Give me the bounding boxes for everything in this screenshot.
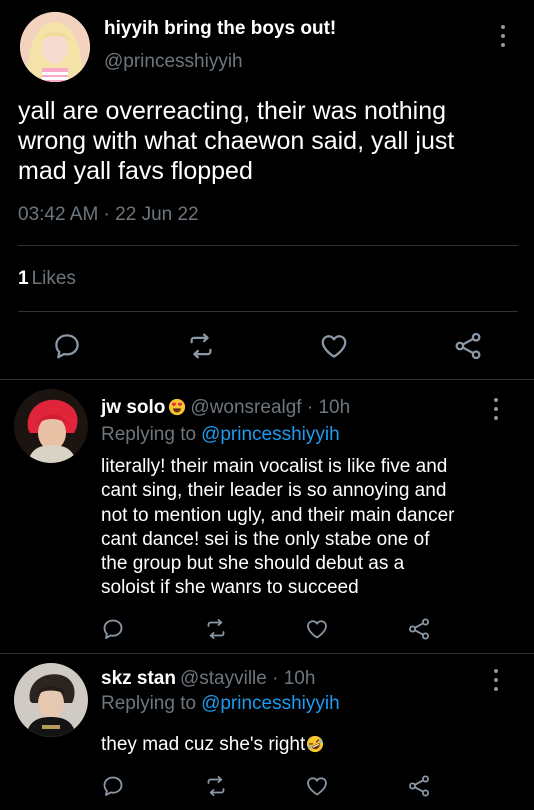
more-options-icon[interactable] [488,667,504,693]
like-heart-icon[interactable] [305,774,329,798]
handle-and-time[interactable]: @wonsrealgf · 10h [190,397,350,418]
tweet-timestamp[interactable]: 03:42 AM · 22 Jun 22 [18,204,199,226]
reply-icon[interactable] [101,617,125,641]
divider [18,245,518,246]
user-handle[interactable]: @princesshiyyih [104,51,243,73]
share-icon[interactable] [407,774,431,798]
likes-count: 1 [18,268,29,289]
likes-label: Likes [31,268,76,289]
avatar[interactable] [14,663,88,737]
retweet-icon[interactable] [204,774,228,798]
retweet-icon[interactable] [204,617,228,641]
like-heart-icon[interactable] [305,617,329,641]
mention-link[interactable]: @princesshiyyih [201,693,340,714]
tweet-thread: hiyyih bring the boys out! @princesshiyy… [0,0,534,810]
replying-to-line: Replying to @princesshiyyih [101,693,340,715]
reply-text: literally! their main vocalist is like f… [101,456,455,599]
mention-link[interactable]: @princesshiyyih [201,424,340,445]
divider [0,379,534,380]
display-name[interactable]: jw solo [101,397,165,418]
user-avatar-dark-hair [14,663,88,737]
user-avatar-red-hair [14,389,88,463]
reply-icon[interactable] [52,331,82,361]
divider [18,311,518,312]
reply-icon[interactable] [101,774,125,798]
reply-text: they mad cuz she's right [101,734,306,755]
handle-and-time[interactable]: @stayville · 10h [180,668,315,689]
replying-label: Replying to [101,424,197,445]
tweet-text: yall are overreacting, their was nothing… [18,97,455,185]
reply-header: jw solo @wonsrealgf · 10h [101,397,350,419]
share-icon[interactable] [453,331,483,361]
more-options-icon[interactable] [495,23,511,49]
divider [0,653,534,654]
replying-label: Replying to [101,693,197,714]
display-name[interactable]: skz stan [101,668,176,689]
avatar[interactable] [14,389,88,463]
likes-stat[interactable]: 1 Likes [18,268,76,290]
display-name[interactable]: hiyyih bring the boys out! [104,18,336,40]
avatar[interactable] [20,12,90,82]
like-heart-icon[interactable] [319,331,349,361]
rofl-emoji-icon [306,735,324,753]
share-icon[interactable] [407,617,431,641]
reply-header: skz stan @stayville · 10h [101,668,315,690]
retweet-icon[interactable] [186,331,216,361]
reply-text-line: they mad cuz she's right [101,733,511,757]
heart-eyes-emoji-icon [168,398,186,416]
replying-to-line: Replying to @princesshiyyih [101,424,340,446]
more-options-icon[interactable] [488,396,504,422]
user-avatar-pink-hair [20,12,90,82]
